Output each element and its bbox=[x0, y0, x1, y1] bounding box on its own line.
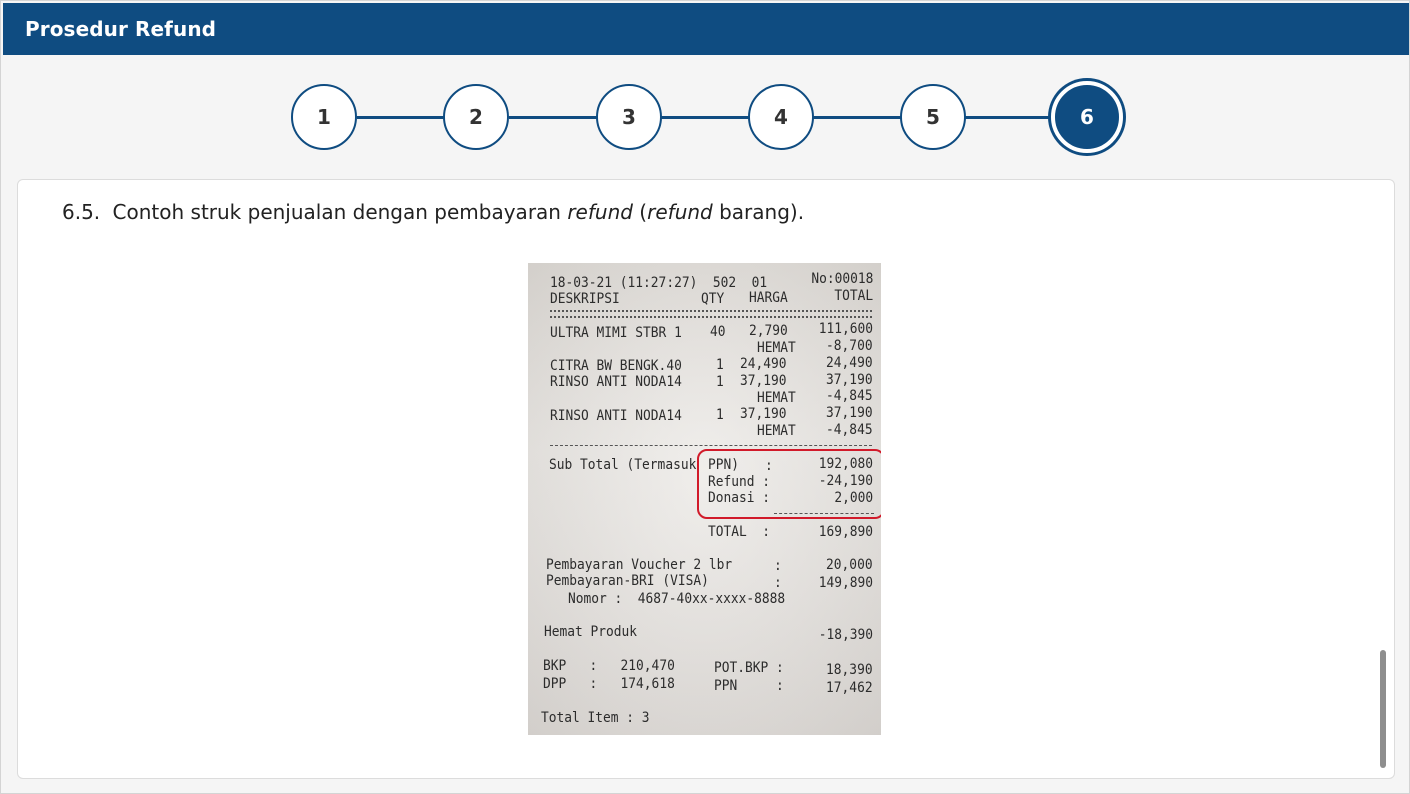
receipt-card-number: Nomor : 4687-40xx-xxxx-8888 bbox=[568, 591, 786, 607]
receipt-col-price: HARGA bbox=[749, 290, 788, 306]
receipt-dpp-line: DPP : 174,618 bbox=[543, 676, 675, 692]
receipt-datetime: 18-03-21 (11:27:27) 502 01 bbox=[550, 275, 768, 291]
step-3-button[interactable]: 3 bbox=[596, 84, 662, 150]
receipt-item-price: 2,790 bbox=[749, 323, 788, 339]
receipt-item-total: -4,845 bbox=[826, 388, 873, 404]
receipt-image: 18-03-21 (11:27:27) 502 01 No:00018 DESK… bbox=[528, 263, 881, 735]
receipt-bri-label: Pembayaran-BRI (VISA) bbox=[546, 573, 709, 589]
receipt-item-qty: 40 bbox=[710, 324, 726, 340]
step-5-button[interactable]: 5 bbox=[900, 84, 966, 150]
step-connector bbox=[965, 116, 1057, 119]
receipt-divider bbox=[550, 310, 872, 312]
step-connector bbox=[813, 116, 903, 119]
receipt-bri-colon: : bbox=[774, 575, 782, 591]
content-card: 6.5. Contoh struk penjualan dengan pemba… bbox=[17, 179, 1395, 779]
receipt-bkp-line: BKP : 210,470 bbox=[543, 658, 675, 674]
receipt-voucher-colon: : bbox=[774, 558, 782, 574]
receipt-total-item: Total Item : 3 bbox=[541, 710, 650, 726]
receipt-item-total: 111,600 bbox=[818, 321, 873, 337]
receipt-ppn2-value: 17,462 bbox=[826, 680, 873, 696]
receipt-item-price: HEMAT bbox=[757, 390, 796, 406]
receipt-total-value: 169,890 bbox=[818, 524, 873, 540]
step-6-button-active[interactable]: 6 bbox=[1051, 81, 1123, 153]
receipt-item-price: 24,490 bbox=[740, 356, 787, 372]
receipt-bri-value: 149,890 bbox=[818, 575, 873, 591]
caption-italic-refund: refund bbox=[647, 200, 713, 224]
receipt-divider bbox=[550, 316, 872, 318]
receipt-potbkp-value: 18,390 bbox=[826, 662, 873, 678]
header-bar: Prosedur Refund bbox=[3, 3, 1409, 55]
caption-text: barang). bbox=[712, 200, 805, 224]
receipt-item-desc: RINSO ANTI NODA14 bbox=[550, 374, 682, 390]
receipt-hemat-label: Hemat Produk bbox=[544, 624, 638, 640]
receipt-voucher-value: 20,000 bbox=[826, 557, 873, 573]
receipt-ppn2-label: PPN : bbox=[714, 678, 784, 694]
receipt-hemat-value: -18,390 bbox=[818, 627, 873, 643]
receipt-divider bbox=[550, 445, 872, 446]
receipt-item-qty: 1 bbox=[716, 374, 724, 390]
page-title: Prosedur Refund bbox=[25, 17, 217, 41]
step-caption: 6.5. Contoh struk penjualan dengan pemba… bbox=[62, 200, 804, 224]
receipt-item-qty: 1 bbox=[716, 407, 724, 423]
receipt-item-desc: RINSO ANTI NODA14 bbox=[550, 408, 682, 424]
step-connector bbox=[661, 116, 751, 119]
caption-text: ( bbox=[632, 200, 648, 224]
app-frame: Prosedur Refund 1 2 3 4 5 6 6.5. Contoh … bbox=[0, 0, 1410, 794]
step-connector bbox=[509, 116, 599, 119]
receipt-voucher-label: Pembayaran Voucher 2 lbr bbox=[546, 557, 733, 573]
step-1-button[interactable]: 1 bbox=[291, 84, 357, 150]
receipt-subtotal-label: Sub Total (Termasuk bbox=[549, 457, 697, 473]
refund-highlight-box bbox=[697, 449, 881, 519]
receipt-col-desc: DESKRIPSI bbox=[550, 291, 620, 307]
receipt-item-total: -4,845 bbox=[826, 422, 873, 438]
receipt-item-qty: 1 bbox=[716, 357, 724, 373]
receipt-item-desc: ULTRA MIMI STBR 1 bbox=[550, 325, 682, 341]
receipt-item-total: 24,490 bbox=[826, 355, 873, 371]
receipt-col-total: TOTAL bbox=[834, 288, 873, 304]
receipt-item-total: 37,190 bbox=[826, 372, 873, 388]
step-connector bbox=[357, 116, 447, 119]
receipt-item-total: -8,700 bbox=[826, 338, 873, 354]
step-2-button[interactable]: 2 bbox=[443, 84, 509, 150]
receipt-total-label: TOTAL : bbox=[708, 524, 771, 540]
receipt-potbkp-label: POT.BKP : bbox=[714, 660, 784, 676]
receipt-item-price: HEMAT bbox=[757, 423, 796, 439]
caption-text: Contoh struk penjualan dengan pembayaran bbox=[112, 200, 568, 224]
receipt-item-desc: CITRA BW BENGK.40 bbox=[550, 358, 682, 374]
caption-number: 6.5. bbox=[62, 200, 101, 224]
step-4-button[interactable]: 4 bbox=[748, 84, 814, 150]
caption-italic-refund: refund bbox=[567, 200, 633, 224]
receipt-item-price: 37,190 bbox=[740, 373, 787, 389]
receipt-number: No:00018 bbox=[810, 271, 873, 287]
scrollbar-thumb[interactable] bbox=[1380, 650, 1386, 768]
receipt-col-qty: QTY bbox=[701, 291, 725, 307]
receipt-item-total: 37,190 bbox=[826, 405, 873, 421]
receipt-item-price: HEMAT bbox=[757, 340, 796, 356]
receipt-item-price: 37,190 bbox=[740, 406, 787, 422]
stepper: 1 2 3 4 5 6 bbox=[1, 81, 1410, 155]
